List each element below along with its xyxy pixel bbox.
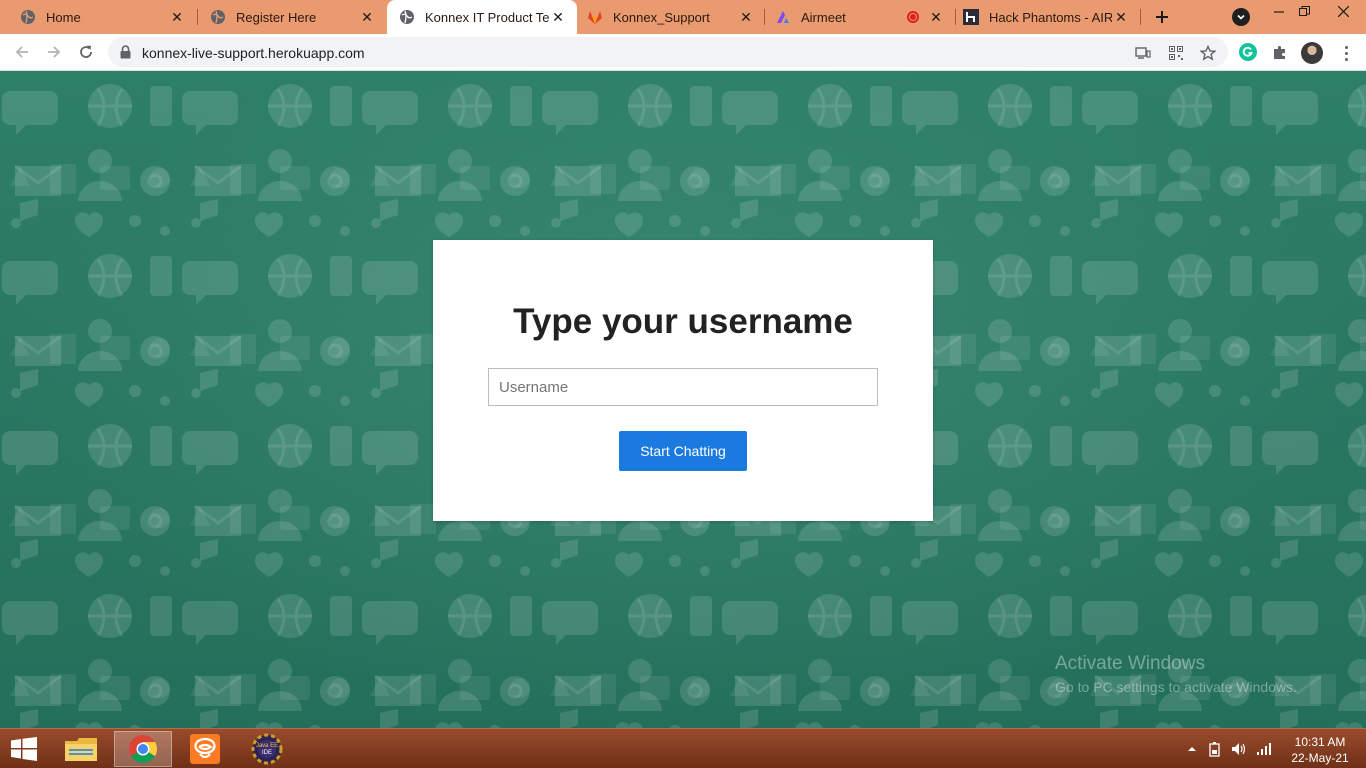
reload-icon[interactable] — [74, 40, 98, 64]
windows-start-icon[interactable] — [8, 735, 40, 763]
close-tab-icon[interactable]: ✕ — [168, 8, 186, 26]
xampp-icon[interactable] — [176, 731, 234, 767]
svg-text:Java EE: Java EE — [256, 743, 278, 749]
tab-konnex-support[interactable]: Konnex_Support ✕ — [577, 0, 765, 34]
login-card: Type your username Start Chatting — [433, 240, 933, 521]
url-text: konnex-live-support.herokuapp.com — [142, 45, 365, 61]
lock-icon[interactable] — [120, 45, 131, 64]
profile-avatar[interactable] — [1301, 42, 1323, 64]
watermark-subtitle: Go to PC settings to activate Windows. — [1055, 679, 1297, 695]
show-hidden-icons-chevron-icon[interactable] — [1184, 741, 1200, 757]
tab-title: Home — [46, 9, 81, 25]
forward-arrow-icon[interactable] — [42, 40, 66, 64]
page-title: Type your username — [513, 302, 853, 341]
airmeet-icon — [775, 9, 791, 25]
grammarly-icon[interactable] — [1238, 42, 1258, 62]
network-signal-icon[interactable] — [1256, 741, 1272, 757]
globe-icon — [210, 9, 226, 25]
clock-date: 22-May-21 — [1291, 751, 1349, 765]
taskbar-clock[interactable]: 10:31 AM 22-May-21 — [1280, 734, 1360, 766]
tab-title: Airmeet — [801, 9, 846, 25]
tab-search-chevron-icon[interactable] — [1232, 8, 1250, 26]
tab-home[interactable]: Home ✕ — [0, 0, 196, 34]
tab-title: Konnex_Support — [613, 9, 710, 25]
page-viewport: Type your username Start Chatting Activa… — [0, 71, 1366, 728]
browser-tab-strip: Home ✕ Register Here ✕ Konnex IT Product… — [0, 0, 1366, 34]
watermark-title: Activate Windows — [1055, 653, 1205, 674]
java-ee-ide-icon[interactable]: Java EE IDE — [238, 731, 296, 767]
extensions-puzzle-icon[interactable] — [1270, 42, 1290, 62]
svg-text:IDE: IDE — [262, 750, 272, 756]
tab-hack-phantoms[interactable]: Hack Phantoms - AIRBU ✕ — [955, 0, 1140, 34]
new-tab-plus-icon[interactable] — [1150, 5, 1174, 29]
close-tab-icon[interactable]: ✕ — [1112, 8, 1130, 26]
close-tab-icon[interactable]: ✕ — [358, 8, 376, 26]
globe-icon — [399, 9, 415, 25]
clock-time: 10:31 AM — [1294, 735, 1346, 749]
windows-taskbar: Java EE IDE 10:31 AM 22-May-21 — [0, 728, 1366, 768]
start-chatting-button[interactable]: Start Chatting — [619, 431, 747, 471]
close-tab-icon[interactable]: ✕ — [549, 8, 567, 26]
globe-icon — [20, 9, 36, 25]
close-tab-icon[interactable]: ✕ — [737, 8, 755, 26]
h-logo-icon — [963, 9, 979, 25]
recording-icon — [907, 11, 919, 23]
tab-title: Hack Phantoms - AIRBU — [989, 9, 1112, 25]
cast-devices-icon[interactable] — [1134, 44, 1152, 62]
address-bar[interactable]: konnex-live-support.herokuapp.com — [108, 37, 1228, 67]
close-window-icon[interactable] — [1326, 2, 1360, 20]
browser-menu-icon[interactable] — [1338, 42, 1354, 64]
back-arrow-icon[interactable] — [10, 40, 34, 64]
close-tab-icon[interactable]: ✕ — [927, 8, 945, 26]
activate-windows-watermark: Activate Windows Go to PC settings to ac… — [1055, 653, 1297, 695]
qr-code-icon[interactable] — [1167, 44, 1185, 62]
tab-title: Konnex IT Product Tean — [425, 9, 549, 25]
volume-icon[interactable] — [1231, 741, 1247, 757]
file-explorer-icon[interactable] — [52, 731, 110, 767]
restore-icon[interactable] — [1287, 2, 1321, 20]
battery-icon[interactable] — [1208, 741, 1224, 757]
tab-title: Register Here — [236, 9, 317, 25]
tab-separator — [1140, 9, 1141, 25]
gitlab-fox-icon — [587, 9, 603, 25]
browser-toolbar: konnex-live-support.herokuapp.com — [0, 34, 1366, 71]
tab-register-here[interactable]: Register Here ✕ — [190, 0, 386, 34]
tab-konnex-it-product-team[interactable]: Konnex IT Product Tean ✕ — [387, 0, 577, 34]
tab-airmeet[interactable]: Airmeet ✕ — [765, 0, 955, 34]
chrome-icon[interactable] — [114, 731, 172, 767]
username-input[interactable] — [488, 368, 878, 406]
bookmark-star-icon[interactable] — [1199, 44, 1217, 62]
